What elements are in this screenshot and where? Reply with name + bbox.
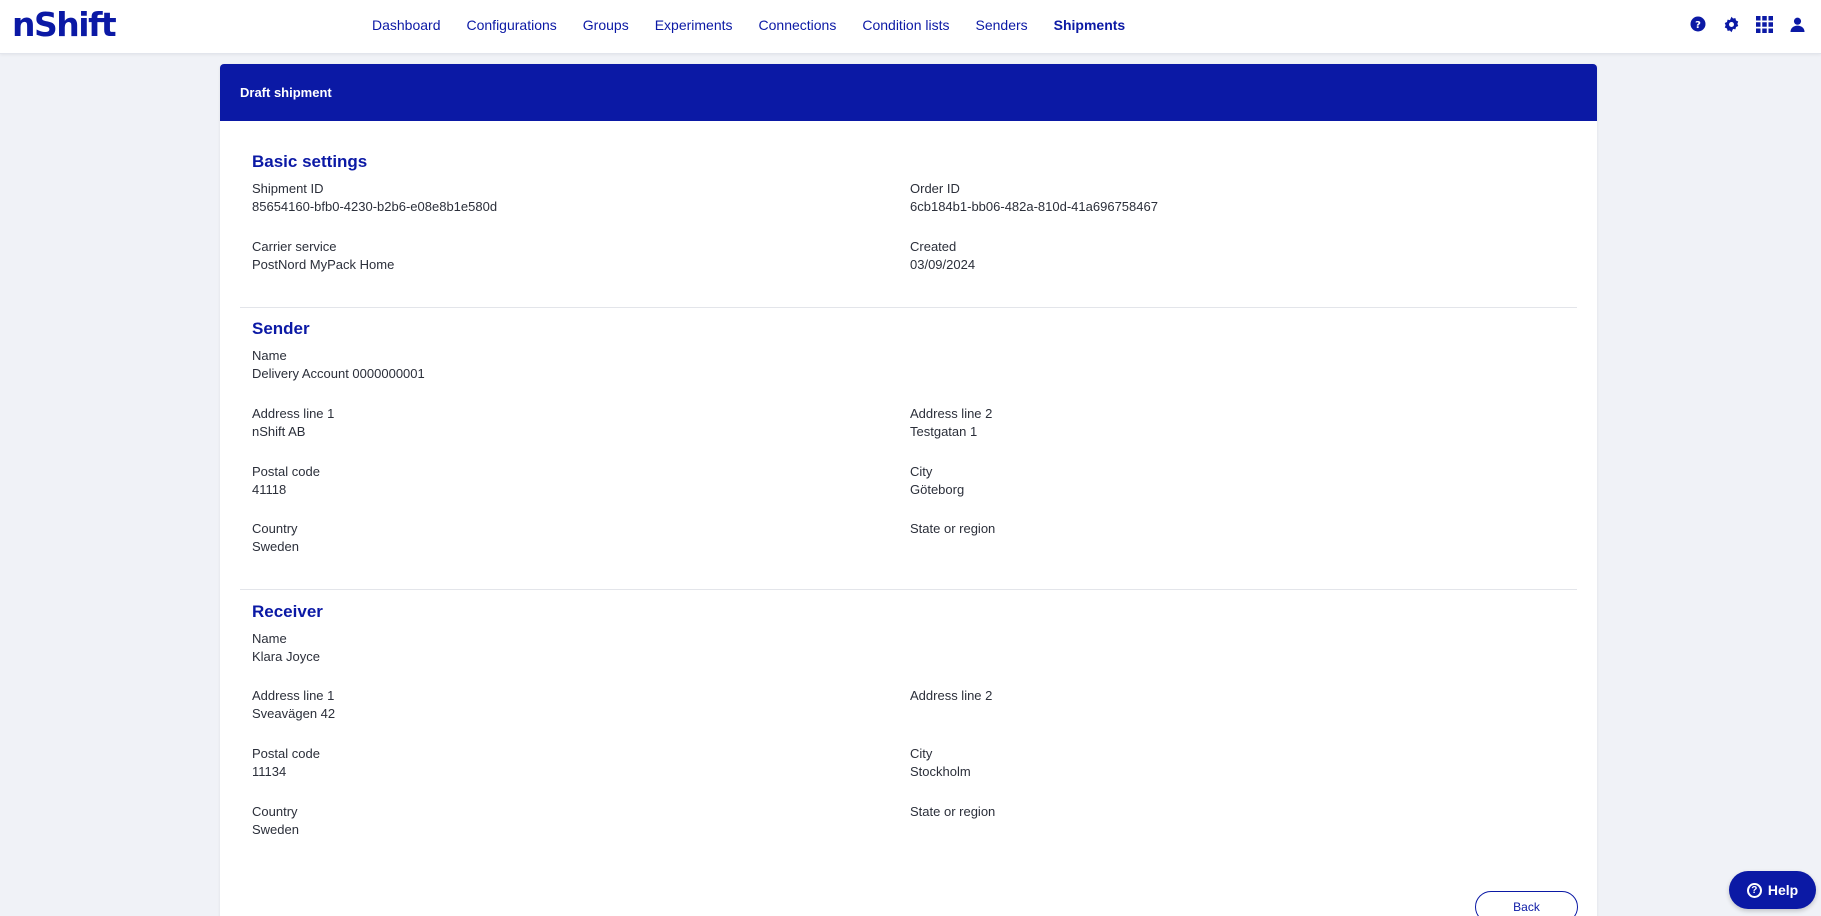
nav-configurations[interactable]: Configurations — [467, 0, 557, 50]
sender-address-line-2-field: Address line 2 Testgatan 1 — [910, 405, 992, 441]
field-value: Klara Joyce — [252, 649, 320, 664]
sender-postal-code-field: Postal code 41118 — [252, 463, 320, 499]
logo-text: nShift — [12, 5, 117, 44]
nav-connections[interactable]: Connections — [759, 0, 837, 50]
field-label: State or region — [910, 804, 996, 819]
question-icon: ? — [1746, 882, 1762, 898]
field-value: Sweden — [252, 822, 299, 837]
sender-country-field: Country Sweden — [252, 520, 299, 556]
section-heading: Sender — [252, 319, 310, 338]
field-label: Carrier service — [252, 239, 337, 254]
receiver-address-line-2-field: Address line 2 — [910, 687, 992, 705]
nav-dashboard[interactable]: Dashboard — [372, 0, 441, 50]
nav-experiments[interactable]: Experiments — [655, 0, 733, 50]
user-icon[interactable] — [1787, 14, 1807, 34]
field-value: PostNord MyPack Home — [252, 257, 395, 272]
field-value: 11134 — [252, 764, 287, 779]
field-value: Göteborg — [910, 482, 965, 497]
field-value: 85654160-bfb0-4230-b2b6-e08e8b1e580d — [252, 199, 498, 214]
field-value: Delivery Account 0000000001 — [252, 366, 425, 381]
field-label: Name — [252, 631, 287, 646]
field-label: Shipment ID — [252, 181, 324, 196]
sender-city-field: City Göteborg — [910, 463, 964, 499]
svg-text:?: ? — [1695, 20, 1701, 31]
field-value: Sweden — [252, 539, 299, 554]
receiver-postal-code-field: Postal code 11134 — [252, 745, 320, 781]
field-label: Address line 2 — [910, 406, 993, 421]
sender-name-field: Name Delivery Account 0000000001 — [252, 347, 425, 383]
order-id-field: Order ID 6cb184b1-bb06-482a-810d-41a6967… — [910, 180, 1158, 216]
field-label: Country — [252, 521, 298, 536]
section-heading: Receiver — [252, 602, 323, 621]
sender-section: Sender — [240, 319, 1577, 339]
sender-state-field: State or region — [910, 520, 995, 538]
nshift-logo[interactable]: nShift — [12, 5, 117, 44]
nav-condition-lists[interactable]: Condition lists — [862, 0, 949, 50]
field-value: Stockholm — [910, 764, 971, 779]
nav-senders[interactable]: Senders — [976, 0, 1028, 50]
section-heading: Basic settings — [252, 152, 368, 171]
field-value: 6cb184b1-bb06-482a-810d-41a696758467 — [910, 199, 1158, 214]
field-value: Sveavägen 42 — [252, 706, 336, 721]
field-label: City — [910, 746, 933, 761]
top-navigation-bar: nShift Dashboard Configurations Groups E… — [0, 0, 1821, 54]
divider — [240, 589, 1577, 590]
field-label: Postal code — [252, 464, 320, 479]
receiver-address-line-1-field: Address line 1 Sveavägen 42 — [252, 687, 335, 723]
help-button-label: Help — [1767, 882, 1799, 898]
receiver-name-field: Name Klara Joyce — [252, 630, 320, 666]
field-label: Address line 2 — [910, 688, 993, 703]
field-label: Name — [252, 348, 287, 363]
receiver-city-field: City Stockholm — [910, 745, 971, 781]
field-label: Created — [910, 239, 957, 254]
field-label: State or region — [910, 521, 996, 536]
field-label: Address line 1 — [252, 688, 335, 703]
field-value: Testgatan 1 — [910, 424, 978, 439]
field-label: Postal code — [252, 746, 320, 761]
apps-grid-icon[interactable] — [1754, 14, 1774, 34]
back-button[interactable]: Back — [1475, 891, 1578, 916]
field-value: 41118 — [252, 482, 287, 497]
card-title: Draft shipment — [220, 64, 1597, 121]
receiver-country-field: Country Sweden — [252, 803, 299, 839]
nav-groups[interactable]: Groups — [583, 0, 629, 50]
top-icons: ? — [1675, 14, 1807, 34]
divider — [240, 307, 1577, 308]
gear-icon[interactable] — [1721, 14, 1741, 34]
field-label: City — [910, 464, 933, 479]
receiver-state-field: State or region — [910, 803, 995, 821]
created-field: Created 03/09/2024 — [910, 238, 975, 274]
sender-address-line-1-field: Address line 1 nShift AB — [252, 405, 334, 441]
field-label: Address line 1 — [252, 406, 335, 421]
field-value: 03/09/2024 — [910, 257, 976, 272]
shipment-id-field: Shipment ID 85654160-bfb0-4230-b2b6-e08e… — [252, 180, 497, 216]
field-label: Country — [252, 804, 298, 819]
field-value: nShift AB — [252, 424, 306, 439]
receiver-section: Receiver — [240, 602, 1577, 622]
draft-shipment-card: Draft shipment Basic settings Shipment I… — [220, 64, 1597, 916]
help-button[interactable]: ? Help — [1729, 871, 1816, 909]
help-icon[interactable]: ? — [1688, 14, 1708, 34]
main-nav: Dashboard Configurations Groups Experime… — [372, 0, 1151, 50]
carrier-service-field: Carrier service PostNord MyPack Home — [252, 238, 394, 274]
nav-shipments[interactable]: Shipments — [1054, 0, 1126, 50]
basic-settings-section: Basic settings — [240, 152, 1577, 172]
field-label: Order ID — [910, 181, 960, 196]
